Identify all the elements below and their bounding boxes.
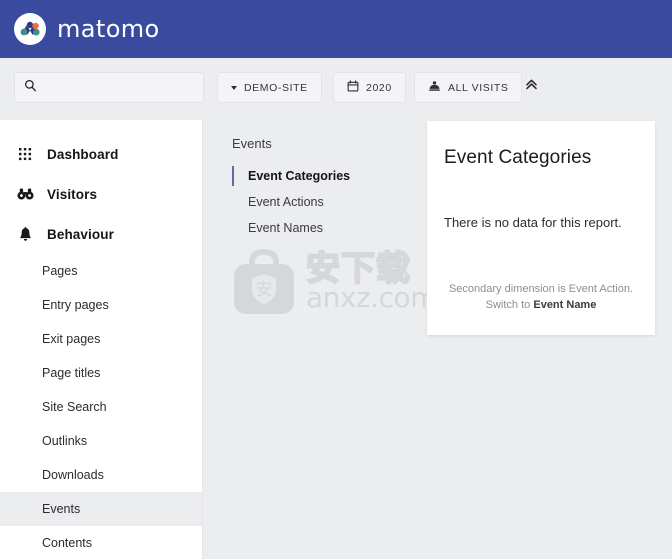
sidebar-label-dashboard: Dashboard bbox=[47, 146, 119, 162]
report-list-item-event-actions[interactable]: Event Actions bbox=[232, 191, 417, 213]
sidebar-sublabel-downloads: Downloads bbox=[42, 468, 104, 482]
sidebar-label-visitors: Visitors bbox=[47, 186, 98, 202]
report-list-label-event-names: Event Names bbox=[248, 221, 324, 235]
report-list: Event Categories Event Actions Event Nam… bbox=[232, 165, 417, 243]
site-selector-button[interactable]: DEMO-SITE bbox=[217, 72, 322, 103]
calendar-icon bbox=[347, 80, 359, 95]
sidebar-item-dashboard[interactable]: Dashboard bbox=[0, 134, 202, 174]
selector-bar: DEMO-SITE 2020 ALL VISITS bbox=[0, 58, 672, 120]
switch-dimension-link[interactable]: Event Name bbox=[533, 299, 596, 311]
sidebar-subitem-exit-pages[interactable]: Exit pages bbox=[0, 322, 202, 356]
sidebar-sublabel-entry-pages: Entry pages bbox=[42, 298, 109, 312]
sidebar-subitem-downloads[interactable]: Downloads bbox=[0, 458, 202, 492]
caret-down-icon bbox=[231, 85, 237, 90]
chevron-double-up-icon bbox=[524, 77, 539, 97]
sidebar-subitem-site-search[interactable]: Site Search bbox=[0, 390, 202, 424]
sidebar-item-visitors[interactable]: Visitors bbox=[0, 174, 202, 214]
sidebar-sublabel-contents: Contents bbox=[42, 536, 93, 550]
sidebar-sublabel-events: Events bbox=[42, 502, 81, 516]
search-icon bbox=[24, 79, 37, 97]
report-card: Event Categories There is no data for th… bbox=[427, 121, 655, 335]
collapse-toolbar-button[interactable] bbox=[518, 74, 544, 100]
sidebar-sublabel-pages: Pages bbox=[42, 264, 78, 278]
sidebar-subitem-outlinks[interactable]: Outlinks bbox=[0, 424, 202, 458]
main-sidebar: Dashboard Visitors Behaviour Pages Entry… bbox=[0, 120, 203, 559]
sidebar-label-behaviour: Behaviour bbox=[47, 226, 114, 242]
sidebar-sublabel-exit-pages: Exit pages bbox=[42, 332, 101, 346]
report-list-column: Events Event Categories Event Actions Ev… bbox=[203, 120, 427, 559]
sidebar-sublabel-outlinks: Outlinks bbox=[42, 434, 88, 448]
report-card-title: Event Categories bbox=[444, 147, 592, 168]
sidebar-sublabel-site-search: Site Search bbox=[42, 400, 107, 414]
sidebar-item-behaviour[interactable]: Behaviour bbox=[0, 214, 202, 254]
brand-logo[interactable]: matomo bbox=[14, 13, 160, 45]
report-list-label-event-actions: Event Actions bbox=[248, 195, 324, 209]
sidebar-subitem-events[interactable]: Events bbox=[0, 492, 202, 526]
report-card-footer: Secondary dimension is Event Action. Swi… bbox=[427, 281, 655, 313]
sidebar-subitem-page-titles[interactable]: Page titles bbox=[0, 356, 202, 390]
report-list-heading: Events bbox=[232, 136, 272, 151]
top-brand-bar: matomo bbox=[0, 0, 672, 58]
search-box[interactable] bbox=[14, 72, 204, 103]
search-input[interactable] bbox=[43, 80, 193, 95]
switch-dimension-prefix: Switch to bbox=[485, 299, 531, 311]
segment-icon bbox=[428, 80, 441, 95]
grid-icon bbox=[16, 147, 34, 161]
secondary-dimension-note: Secondary dimension is Event Action. bbox=[448, 283, 634, 295]
sidebar-subitem-contents[interactable]: Contents bbox=[0, 526, 202, 559]
sidebar-subitem-entry-pages[interactable]: Entry pages bbox=[0, 288, 202, 322]
report-empty-message: There is no data for this report. bbox=[444, 215, 622, 230]
segment-selector-button[interactable]: ALL VISITS bbox=[414, 72, 523, 103]
matomo-app-window: matomo DEMO-SITE 2020 ALL VISITS Dashboa… bbox=[0, 0, 672, 559]
sidebar-subitem-pages[interactable]: Pages bbox=[0, 254, 202, 288]
site-selector-label: DEMO-SITE bbox=[244, 81, 308, 94]
segment-selector-label: ALL VISITS bbox=[448, 81, 509, 94]
brand-name: matomo bbox=[57, 15, 160, 43]
matomo-logo-icon bbox=[14, 13, 46, 45]
date-selector-label: 2020 bbox=[366, 81, 392, 94]
report-list-item-event-names[interactable]: Event Names bbox=[232, 217, 417, 239]
date-selector-button[interactable]: 2020 bbox=[333, 72, 406, 103]
binoculars-icon bbox=[16, 188, 34, 200]
switch-dimension-row: Switch to Event Name bbox=[427, 297, 655, 313]
bell-icon bbox=[16, 226, 34, 242]
report-list-item-event-categories[interactable]: Event Categories bbox=[232, 165, 417, 187]
sidebar-sublabel-page-titles: Page titles bbox=[42, 366, 101, 380]
report-list-label-event-categories: Event Categories bbox=[248, 169, 351, 183]
